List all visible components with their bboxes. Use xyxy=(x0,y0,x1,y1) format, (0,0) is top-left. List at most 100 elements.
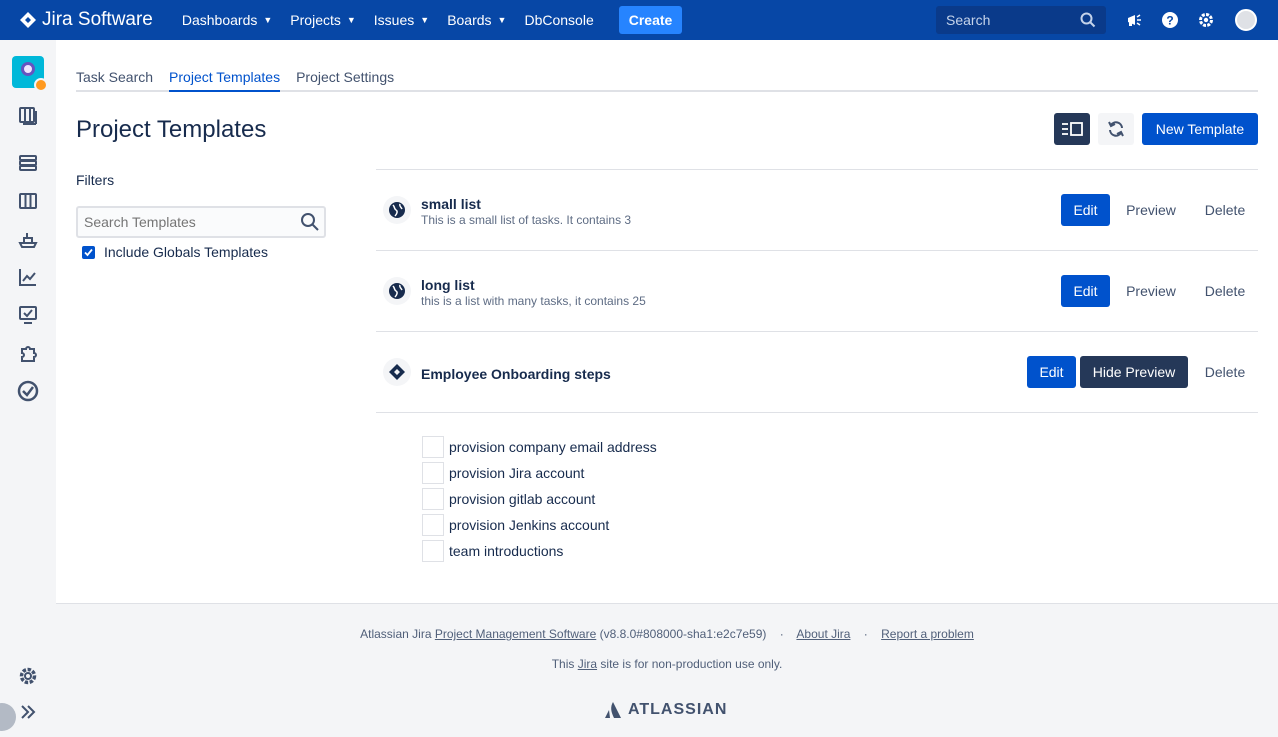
edit-button[interactable]: Edit xyxy=(1061,194,1110,226)
project-avatar-glyph xyxy=(21,62,35,76)
tab-task-search[interactable]: Task Search xyxy=(76,60,153,92)
reports-icon[interactable] xyxy=(17,266,39,288)
chevron-down-icon: ▼ xyxy=(346,15,356,25)
top-navigation: Jira Software Dashboards ▼ Projects ▼ Issu… xyxy=(0,0,1278,40)
delete-button[interactable]: Delete xyxy=(1194,194,1256,226)
app-name: Jira Software xyxy=(42,9,153,30)
preview-button[interactable]: Preview xyxy=(1118,275,1184,307)
task-checkbox[interactable] xyxy=(422,488,444,510)
task-checkbox[interactable] xyxy=(422,462,444,484)
project-avatar[interactable] xyxy=(12,56,48,92)
nav-dashboards-label: Dashboards xyxy=(181,12,258,28)
settings-icon[interactable] xyxy=(1196,10,1216,30)
global-search-input[interactable]: Search xyxy=(936,6,1106,34)
project-badge-icon xyxy=(34,78,48,92)
task-label: provision company email address xyxy=(449,439,657,455)
task-checkbox[interactable] xyxy=(422,540,444,562)
search-icon xyxy=(301,213,319,231)
globe-icon xyxy=(383,196,411,224)
include-globals-checkbox[interactable] xyxy=(82,245,95,259)
report-problem-link[interactable]: Report a problem xyxy=(881,627,974,641)
task-label: team introductions xyxy=(449,543,564,559)
create-button[interactable]: Create xyxy=(618,6,683,34)
task-label: provision Jenkins account xyxy=(449,517,610,533)
page-footer: Atlassian Jira Project Management Softwa… xyxy=(56,603,1278,737)
svg-text:?: ? xyxy=(1166,14,1173,28)
toggle-layout-button[interactable] xyxy=(1054,113,1090,145)
filters-heading: Filters xyxy=(76,172,115,188)
jira-logo[interactable]: Jira Software xyxy=(20,9,153,31)
settings-icon[interactable] xyxy=(17,665,39,687)
edit-button[interactable]: Edit xyxy=(1061,275,1110,307)
chevron-down-icon: ▼ xyxy=(420,15,430,25)
task-checkbox[interactable] xyxy=(422,436,444,458)
nav-dbconsole[interactable]: DbConsole xyxy=(515,0,602,40)
releases-icon[interactable] xyxy=(17,152,39,174)
globe-icon xyxy=(383,277,411,305)
list-item: team introductions xyxy=(422,538,657,564)
tab-project-settings[interactable]: Project Settings xyxy=(296,60,394,92)
delete-button[interactable]: Delete xyxy=(1194,275,1256,307)
template-name: Employee Onboarding steps xyxy=(421,366,611,382)
nav-dbconsole-label: DbConsole xyxy=(524,12,594,28)
template-row-long-list: long list this is a list with many tasks… xyxy=(376,251,1258,332)
issues-icon[interactable] xyxy=(17,304,39,326)
atlassian-mark-icon xyxy=(605,702,621,718)
nav-projects[interactable]: Projects ▼ xyxy=(281,0,365,40)
page-tabs: Task Search Project Templates Project Se… xyxy=(76,60,1258,92)
footer-notice-line: This Jira site is for non-production use… xyxy=(56,657,1278,671)
about-jira-link[interactable]: About Jira xyxy=(796,627,850,641)
list-item: provision company email address xyxy=(422,434,657,460)
page-title: Project Templates xyxy=(76,116,267,143)
edit-button[interactable]: Edit xyxy=(1027,356,1076,388)
list-item: provision Jira account xyxy=(422,460,657,486)
new-template-button[interactable]: New Template xyxy=(1142,113,1258,145)
tab-project-templates[interactable]: Project Templates xyxy=(169,60,281,92)
refresh-button[interactable] xyxy=(1098,113,1134,145)
global-search-placeholder: Search xyxy=(946,12,991,28)
project-diamond-icon xyxy=(383,358,411,386)
task-label: provision Jira account xyxy=(449,465,585,481)
nav-dashboards[interactable]: Dashboards ▼ xyxy=(173,0,281,40)
preview-button[interactable]: Preview xyxy=(1118,194,1184,226)
list-item: provision gitlab account xyxy=(422,486,657,512)
tasks-icon[interactable] xyxy=(17,380,39,402)
expand-icon[interactable] xyxy=(17,701,39,723)
include-globals-label: Include Globals Templates xyxy=(104,244,268,260)
jira-link[interactable]: Jira xyxy=(578,657,597,671)
backlog-icon[interactable] xyxy=(17,105,39,127)
footer-notice-post: site is for non-production use only. xyxy=(600,657,783,671)
include-globals-option[interactable]: Include Globals Templates xyxy=(82,244,268,260)
atlassian-wordmark: ATLASSIAN xyxy=(628,701,728,718)
project-sidebar xyxy=(0,40,56,737)
list-item: provision Jenkins account xyxy=(422,512,657,538)
search-templates-input[interactable] xyxy=(76,206,326,238)
footer-version: (v8.8.0#808000-sha1:e2c7e59) xyxy=(599,627,767,641)
template-row-small-list: small list This is a small list of tasks… xyxy=(376,170,1258,251)
user-avatar[interactable] xyxy=(1235,9,1257,31)
footer-prefix: Atlassian Jira xyxy=(360,627,432,641)
notifications-icon[interactable] xyxy=(1124,10,1144,30)
nav-issues[interactable]: Issues ▼ xyxy=(365,0,438,40)
task-label: provision gitlab account xyxy=(449,491,596,507)
template-name: long list xyxy=(421,277,475,293)
project-management-software-link[interactable]: Project Management Software xyxy=(435,627,596,641)
nav-boards[interactable]: Boards ▼ xyxy=(438,0,515,40)
help-icon[interactable]: ? xyxy=(1160,10,1180,30)
atlassian-logo[interactable]: ATLASSIAN xyxy=(604,701,727,719)
search-icon xyxy=(1080,12,1096,28)
refresh-icon xyxy=(1108,121,1124,137)
add-ons-icon[interactable] xyxy=(17,342,39,364)
delete-button[interactable]: Delete xyxy=(1194,356,1256,388)
nav-issues-label: Issues xyxy=(373,12,415,28)
deployments-icon[interactable] xyxy=(17,228,39,250)
template-description: this is a list with many tasks, it conta… xyxy=(421,294,646,308)
sidebar-expander[interactable] xyxy=(0,703,16,731)
board-icon[interactable] xyxy=(17,190,39,212)
nav-boards-label: Boards xyxy=(447,12,492,28)
task-checkbox[interactable] xyxy=(422,514,444,536)
template-description: This is a small list of tasks. It contai… xyxy=(421,213,632,227)
template-name: small list xyxy=(421,196,481,212)
checkmark-icon xyxy=(84,248,93,256)
hide-preview-button[interactable]: Hide Preview xyxy=(1080,356,1188,388)
